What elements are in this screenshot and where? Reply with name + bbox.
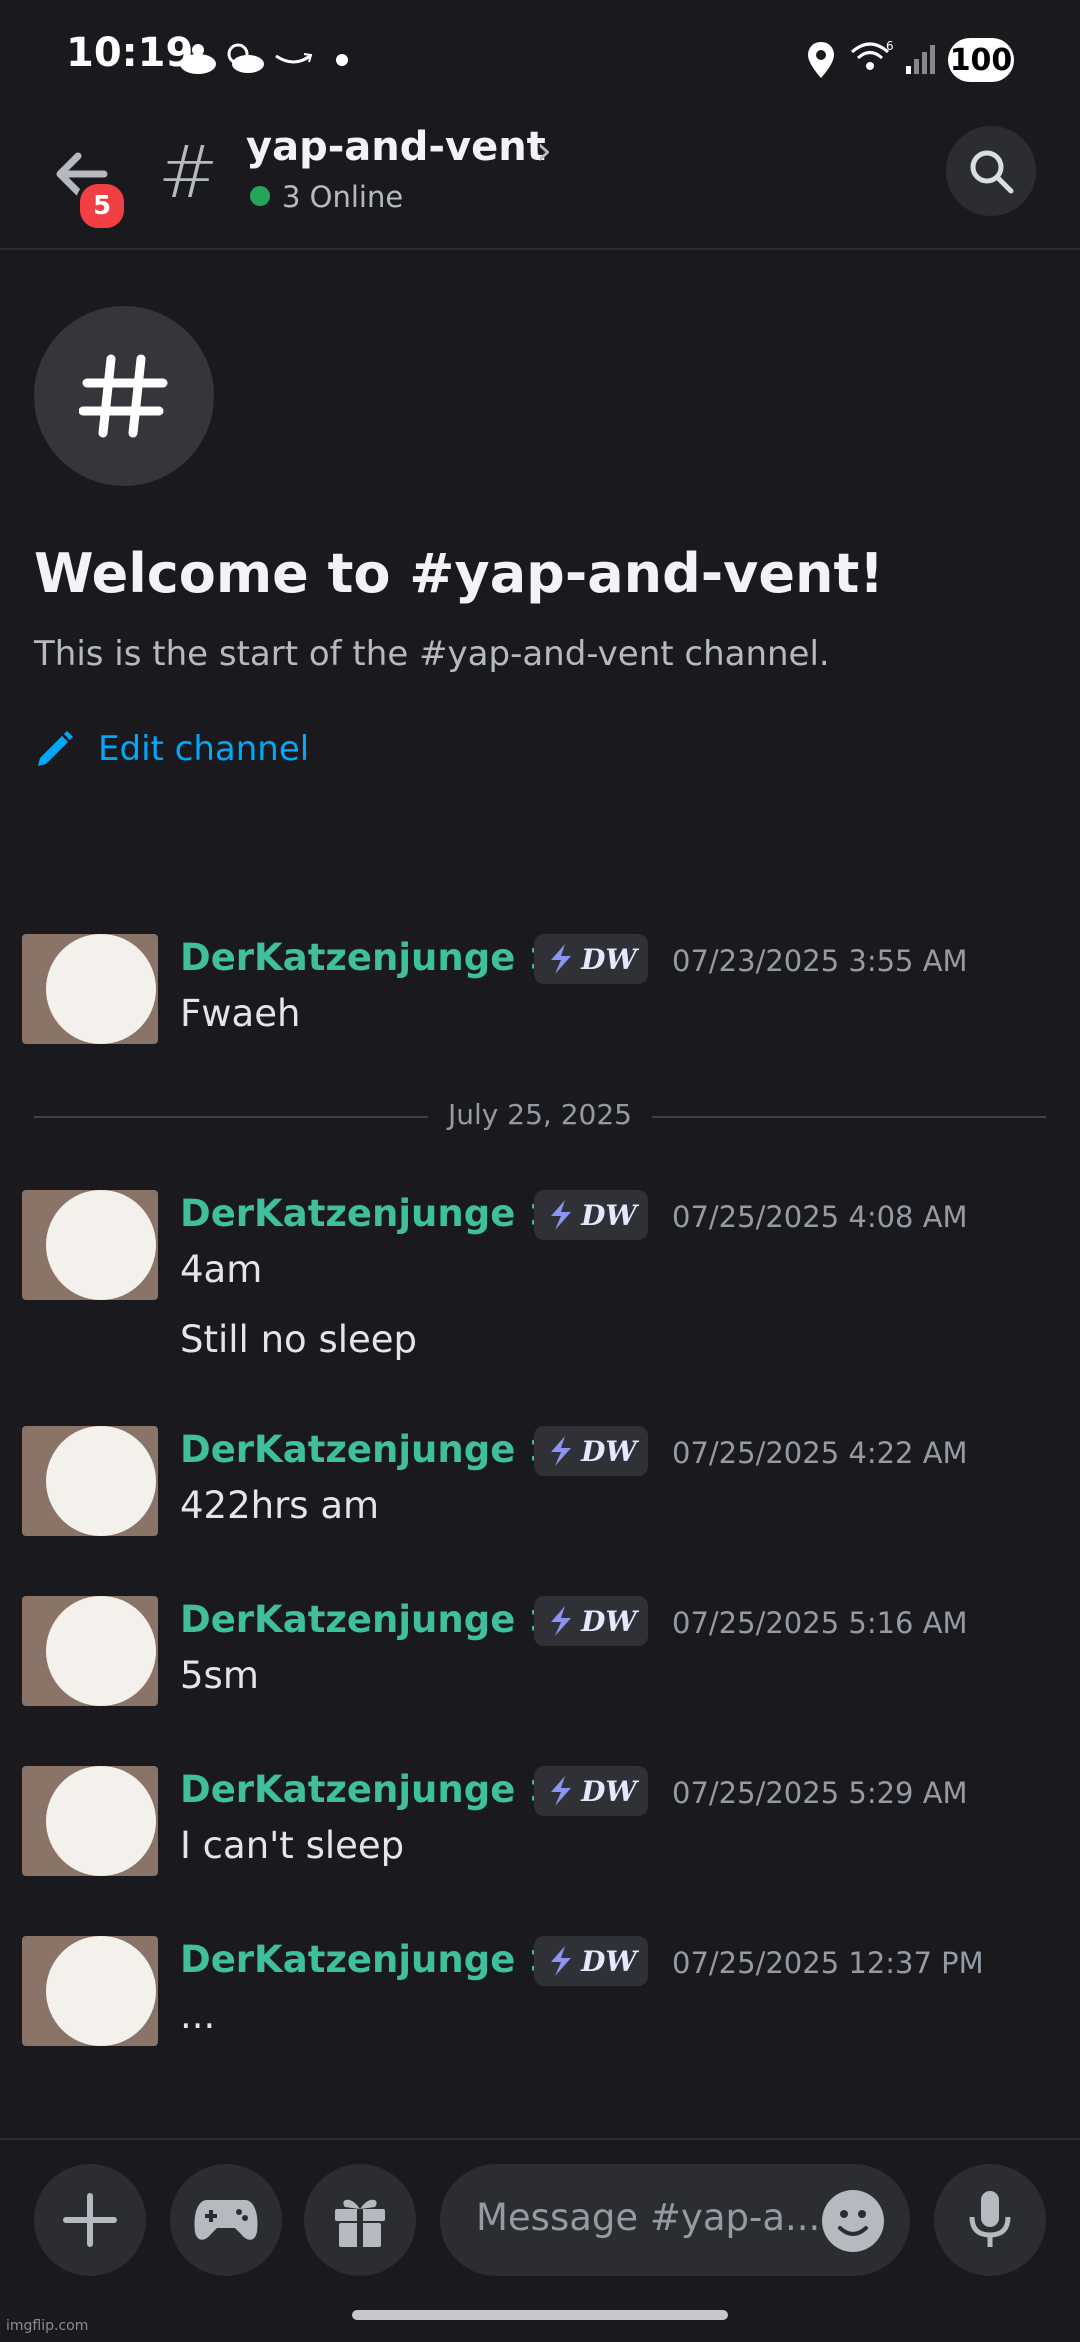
plus-icon xyxy=(63,2193,117,2247)
pencil-icon xyxy=(38,731,73,766)
server-tag-label: DW xyxy=(581,1604,637,1638)
lightning-icon xyxy=(551,1606,572,1636)
message-text: Fwaeh xyxy=(180,992,301,1035)
weather-cloud-icon xyxy=(227,43,264,73)
wifi-icon: 6 xyxy=(851,39,894,70)
lightning-icon xyxy=(551,1776,572,1806)
server-tag-label: DW xyxy=(581,1774,637,1808)
hash-icon xyxy=(79,354,168,438)
server-tag[interactable]: DW xyxy=(534,1190,648,1240)
gift-icon xyxy=(335,2199,385,2247)
lightning-icon xyxy=(551,944,572,974)
unread-badge: 5 xyxy=(76,180,128,232)
message-text: Still no sleep xyxy=(180,1318,418,1361)
avatar[interactable] xyxy=(22,1190,158,1300)
message-timestamp: 07/25/2025 12:37 PM xyxy=(672,1946,984,1980)
search-button[interactable] xyxy=(946,126,1036,216)
add-attachment-button[interactable] xyxy=(34,2164,146,2276)
message-timestamp: 07/25/2025 5:16 AM xyxy=(672,1606,968,1640)
gift-button[interactable] xyxy=(304,2164,416,2276)
amazon-smile-icon xyxy=(275,53,313,64)
svg-text:6: 6 xyxy=(886,39,894,53)
microphone-icon xyxy=(969,2191,1011,2247)
avatar[interactable] xyxy=(22,1596,158,1706)
chevron-right-icon[interactable]: › xyxy=(536,128,552,174)
lightning-icon xyxy=(551,1946,572,1976)
signal-icon xyxy=(906,45,935,74)
emoji-button[interactable] xyxy=(822,2190,884,2252)
lightning-icon xyxy=(551,1436,572,1466)
channel-hash-icon: # xyxy=(158,130,219,214)
message-text: I can't sleep xyxy=(180,1824,405,1867)
channel-icon xyxy=(34,306,214,486)
server-tag-label: DW xyxy=(581,1944,637,1978)
server-tag[interactable]: DW xyxy=(534,934,648,984)
message-timestamp: 07/25/2025 5:29 AM xyxy=(672,1776,968,1810)
avatar[interactable] xyxy=(22,1766,158,1876)
date-divider: July 25, 2025 xyxy=(448,1098,632,1131)
server-tag-label: DW xyxy=(581,942,637,976)
date-divider-line xyxy=(34,1116,428,1118)
home-indicator[interactable] xyxy=(352,2310,728,2320)
online-count: 3 Online xyxy=(282,180,404,214)
message-text: 422hrs am xyxy=(180,1484,380,1527)
channel-title[interactable]: yap-and-vent xyxy=(246,124,546,170)
search-icon xyxy=(970,150,1014,194)
watermark: imgflip.com xyxy=(6,2318,89,2334)
message-timestamp: 07/25/2025 4:08 AM xyxy=(672,1200,968,1234)
welcome-title: Welcome to #yap-and-vent! xyxy=(34,542,884,605)
activities-button[interactable] xyxy=(170,2164,282,2276)
voice-message-button[interactable] xyxy=(934,2164,1046,2276)
location-pin-icon xyxy=(808,42,834,78)
notification-bowl-icon xyxy=(180,44,216,74)
server-tag[interactable]: DW xyxy=(534,1596,648,1646)
message-text: 4am xyxy=(180,1248,263,1291)
message-placeholder: Message #yap-a... xyxy=(476,2196,821,2239)
message-timestamp: 07/23/2025 3:55 AM xyxy=(672,944,968,978)
message-text: 5sm xyxy=(180,1654,259,1697)
avatar[interactable] xyxy=(22,1426,158,1536)
battery-indicator: 100 xyxy=(948,38,1014,82)
welcome-subtitle: This is the start of the #yap-and-vent c… xyxy=(34,634,830,674)
server-tag-label: DW xyxy=(581,1198,637,1232)
message-text: ... xyxy=(180,1994,216,2037)
message-timestamp: 07/25/2025 4:22 AM xyxy=(672,1436,968,1470)
emoji-icon xyxy=(838,2210,868,2236)
lightning-icon xyxy=(551,1200,572,1230)
server-tag[interactable]: DW xyxy=(534,1766,648,1816)
server-tag-label: DW xyxy=(581,1434,637,1468)
date-divider-line xyxy=(652,1116,1046,1118)
edit-channel-button[interactable]: Edit channel xyxy=(34,724,309,774)
gamepad-icon xyxy=(194,2200,258,2240)
status-time: 10:19 xyxy=(66,30,194,76)
avatar[interactable] xyxy=(22,934,158,1044)
more-notifications-dot-icon xyxy=(336,54,348,66)
edit-channel-label: Edit channel xyxy=(98,729,310,769)
online-status-icon xyxy=(250,186,270,206)
server-tag[interactable]: DW xyxy=(534,1936,648,1986)
avatar[interactable] xyxy=(22,1936,158,2046)
server-tag[interactable]: DW xyxy=(534,1426,648,1476)
